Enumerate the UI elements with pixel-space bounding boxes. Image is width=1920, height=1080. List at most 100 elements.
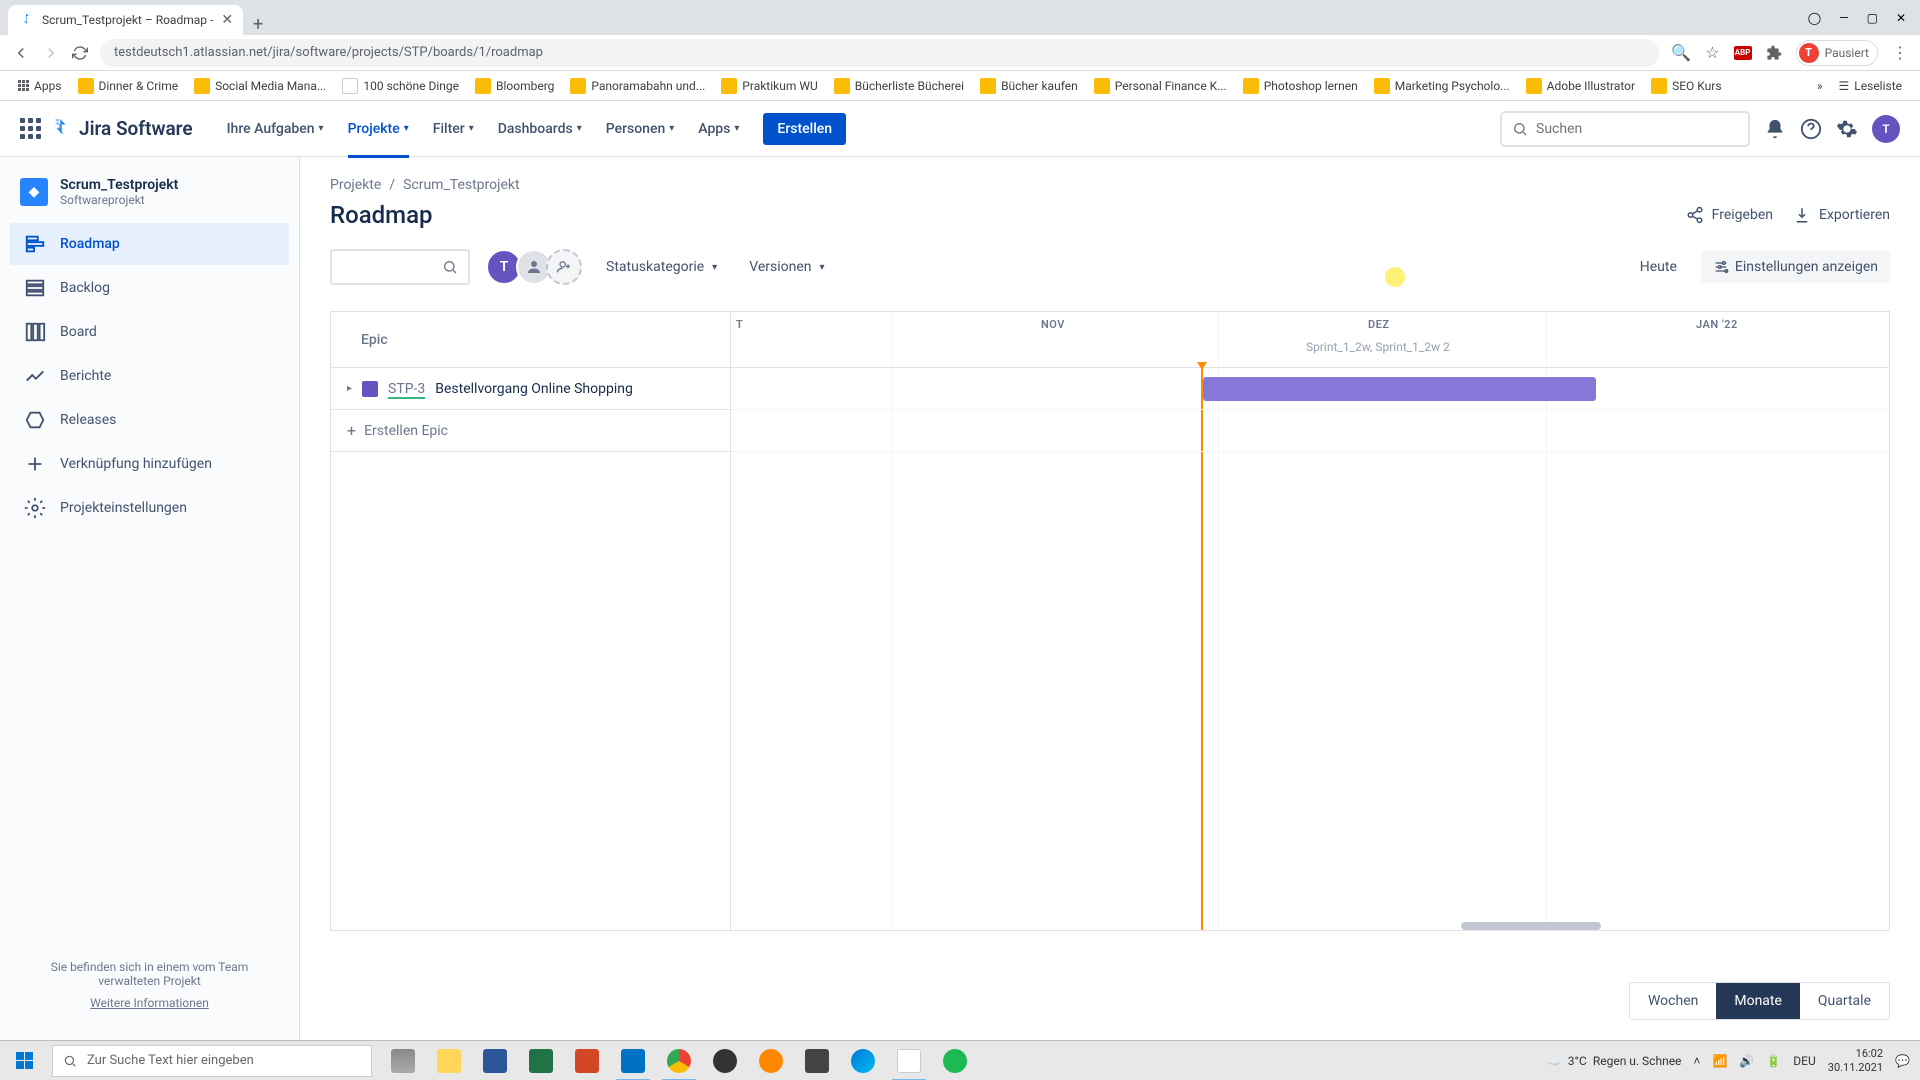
zoom-icon[interactable]: 🔍 <box>1671 43 1691 62</box>
view-weeks-button[interactable]: Wochen <box>1630 983 1716 1019</box>
breadcrumb-projects[interactable]: Projekte <box>330 177 381 193</box>
bookmark-item[interactable]: Personal Finance K... <box>1088 75 1233 97</box>
forward-button[interactable] <box>42 44 60 62</box>
export-button[interactable]: Exportieren <box>1793 206 1890 224</box>
bookmark-item[interactable]: Adobe Illustrator <box>1520 75 1641 97</box>
chrome-sync-icon[interactable]: ◯ <box>1808 11 1821 25</box>
language-indicator[interactable]: DEU <box>1793 1054 1815 1068</box>
nav-dashboards[interactable]: Dashboards▾ <box>488 113 592 145</box>
bookmark-star-icon[interactable]: ☆ <box>1705 43 1719 62</box>
view-quarters-button[interactable]: Quartale <box>1800 983 1889 1019</box>
help-icon[interactable] <box>1800 118 1822 140</box>
nav-people[interactable]: Personen▾ <box>596 113 685 145</box>
url-bar[interactable]: testdeutsch1.atlassian.net/jira/software… <box>100 39 1659 67</box>
file-explorer-button[interactable] <box>426 1041 472 1080</box>
app-button[interactable] <box>748 1041 794 1080</box>
epic-row[interactable]: ▸ STP-3 Bestellvorgang Online Shopping <box>331 368 730 410</box>
battery-icon[interactable]: 🔋 <box>1766 1054 1781 1068</box>
create-button[interactable]: Erstellen <box>763 113 846 145</box>
bookmark-item[interactable]: Marketing Psycholo... <box>1368 75 1516 97</box>
view-months-button[interactable]: Monate <box>1716 983 1800 1019</box>
create-epic-button[interactable]: + Erstellen Epic <box>331 410 730 452</box>
sidebar-item-board[interactable]: Board <box>10 311 289 353</box>
app-button[interactable] <box>794 1041 840 1080</box>
status-filter[interactable]: Statuskategorie▾ <box>598 251 725 283</box>
epic-key[interactable]: STP-3 <box>388 381 425 397</box>
bookmark-item[interactable]: Photoshop lernen <box>1237 75 1364 97</box>
powerpoint-button[interactable] <box>564 1041 610 1080</box>
window-close-icon[interactable]: ✕ <box>1896 11 1906 25</box>
add-people-button[interactable] <box>546 249 582 285</box>
bookmark-item[interactable]: Dinner & Crime <box>72 75 185 97</box>
chrome-button[interactable] <box>656 1041 702 1080</box>
sidebar-item-backlog[interactable]: Backlog <box>10 267 289 309</box>
bookmark-item[interactable]: Social Media Mana... <box>188 75 332 97</box>
add-icon <box>24 453 46 475</box>
app-switcher-icon[interactable] <box>20 118 41 139</box>
jira-logo[interactable]: Jira Software <box>49 117 193 141</box>
search-input[interactable] <box>1536 121 1738 137</box>
extensions-icon[interactable] <box>1766 45 1782 61</box>
windows-search[interactable]: Zur Suche Text hier eingeben <box>52 1045 372 1077</box>
settings-icon[interactable] <box>1836 118 1858 140</box>
outlook-button[interactable] <box>610 1041 656 1080</box>
abp-icon[interactable]: ABP <box>1734 46 1752 60</box>
bookmark-item[interactable]: Panoramabahn und... <box>564 75 711 97</box>
bookmark-item[interactable]: Bücherliste Bücherei <box>828 75 970 97</box>
roadmap-search[interactable] <box>330 249 470 285</box>
nav-projects[interactable]: Projekte▾ <box>338 113 419 145</box>
project-header[interactable]: ◆ Scrum_Testprojekt Softwareprojekt <box>10 177 289 223</box>
share-button[interactable]: Freigeben <box>1686 206 1773 224</box>
user-avatar[interactable]: T <box>1872 115 1900 143</box>
profile-chip[interactable]: T Pausiert <box>1796 40 1878 66</box>
new-tab-button[interactable]: + <box>243 14 273 35</box>
sidebar-item-add-link[interactable]: Verknüpfung hinzufügen <box>10 443 289 485</box>
epic-timeline-bar[interactable] <box>1203 377 1596 401</box>
nav-your-work[interactable]: Ihre Aufgaben▾ <box>217 113 334 145</box>
task-view-button[interactable] <box>380 1041 426 1080</box>
action-center-icon[interactable]: 💬 <box>1895 1054 1910 1068</box>
apps-shortcut[interactable]: Apps <box>12 76 68 96</box>
horizontal-scrollbar[interactable] <box>1461 922 1601 930</box>
sidebar-item-releases[interactable]: Releases <box>10 399 289 441</box>
bookmark-item[interactable]: Praktikum WU <box>715 75 823 97</box>
volume-icon[interactable]: 🔊 <box>1739 1054 1754 1068</box>
start-button[interactable] <box>0 1041 48 1080</box>
nav-filters[interactable]: Filter▾ <box>423 113 484 145</box>
clock[interactable]: 16:02 30.11.2021 <box>1828 1047 1883 1073</box>
excel-button[interactable] <box>518 1041 564 1080</box>
tray-chevron-icon[interactable]: ˄ <box>1693 1054 1700 1068</box>
global-search[interactable] <box>1500 111 1750 147</box>
edge-button[interactable] <box>840 1041 886 1080</box>
bookmark-item[interactable]: Bloomberg <box>469 75 560 97</box>
sidebar-footer-link[interactable]: Weitere Informationen <box>30 996 269 1010</box>
browser-tab[interactable]: Scrum_Testprojekt – Roadmap - ✕ <box>8 5 243 35</box>
bookmark-item[interactable]: SEO Kurs <box>1645 75 1727 97</box>
reload-button[interactable] <box>72 45 88 61</box>
wifi-icon[interactable]: 📶 <box>1712 1054 1727 1068</box>
bookmark-item[interactable]: 100 schöne Dinge <box>336 75 465 97</box>
weather-widget[interactable]: ☁️ 3°C Regen u. Schnee <box>1547 1054 1682 1068</box>
back-button[interactable] <box>12 44 30 62</box>
notifications-icon[interactable] <box>1764 118 1786 140</box>
chrome-menu-icon[interactable]: ⋮ <box>1892 43 1908 62</box>
window-minimize-icon[interactable]: — <box>1839 11 1848 25</box>
breadcrumb-current[interactable]: Scrum_Testprojekt <box>403 177 520 193</box>
notepad-button[interactable] <box>886 1041 932 1080</box>
bookmark-overflow[interactable]: » <box>1811 76 1829 96</box>
show-settings-button[interactable]: Einstellungen anzeigen <box>1701 251 1890 283</box>
nav-apps[interactable]: Apps▾ <box>688 113 749 145</box>
sidebar-item-roadmap[interactable]: Roadmap <box>10 223 289 265</box>
close-tab-icon[interactable]: ✕ <box>221 12 233 28</box>
word-button[interactable] <box>472 1041 518 1080</box>
reading-list-button[interactable]: ☰Leseliste <box>1833 76 1908 96</box>
today-button[interactable]: Heute <box>1628 251 1689 283</box>
expand-chevron-icon[interactable]: ▸ <box>347 383 352 394</box>
spotify-button[interactable] <box>932 1041 978 1080</box>
sidebar-item-project-settings[interactable]: Projekteinstellungen <box>10 487 289 529</box>
obs-button[interactable] <box>702 1041 748 1080</box>
versions-filter[interactable]: Versionen▾ <box>741 251 832 283</box>
window-maximize-icon[interactable]: ▢ <box>1867 11 1878 25</box>
sidebar-item-reports[interactable]: Berichte <box>10 355 289 397</box>
bookmark-item[interactable]: Bücher kaufen <box>974 75 1084 97</box>
